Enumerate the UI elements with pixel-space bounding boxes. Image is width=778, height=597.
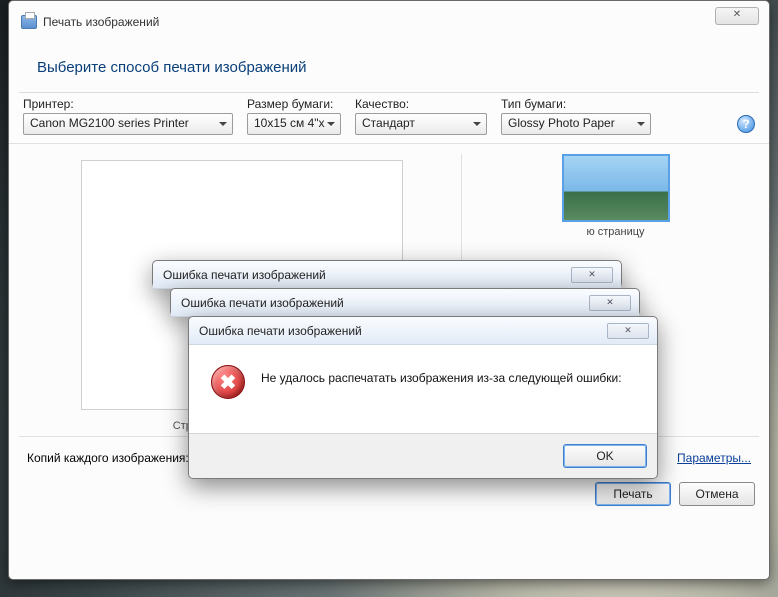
error-dialog: Ошибка печати изображений ✕ ✖ Не удалось… bbox=[188, 316, 658, 479]
paper-type-label: Тип бумаги: bbox=[501, 97, 651, 111]
printer-icon bbox=[21, 15, 37, 29]
layout-thumbnail-label: ю страницу bbox=[586, 226, 644, 238]
paper-size-label: Размер бумаги: bbox=[247, 97, 341, 111]
error-ok-button[interactable]: OK bbox=[563, 444, 647, 468]
window-close-button[interactable]: ✕ bbox=[715, 7, 759, 25]
copies-label: Копий каждого изображения: bbox=[27, 451, 189, 465]
quality-select[interactable]: Стандарт bbox=[355, 113, 487, 135]
parameters-link[interactable]: Параметры... bbox=[677, 451, 751, 465]
error-message: Не удалось распечатать изображения из-за… bbox=[261, 365, 622, 385]
help-icon[interactable]: ? bbox=[737, 115, 755, 133]
window-title-text: Печать изображений bbox=[43, 15, 159, 29]
layout-thumbnail[interactable] bbox=[562, 154, 670, 222]
error-dialog-close-button[interactable]: ✕ bbox=[589, 295, 631, 311]
print-button[interactable]: Печать bbox=[595, 482, 671, 506]
error-dialog-title: Ошибка печати изображений bbox=[163, 268, 326, 282]
error-dialog-title: Ошибка печати изображений bbox=[181, 296, 344, 310]
quality-label: Качество: bbox=[355, 97, 487, 111]
printer-select[interactable]: Canon MG2100 series Printer bbox=[23, 113, 233, 135]
print-options-row: Принтер: Canon MG2100 series Printer Раз… bbox=[9, 93, 769, 144]
error-dialog-close-button[interactable]: ✕ bbox=[607, 323, 649, 339]
error-icon: ✖ bbox=[211, 365, 245, 399]
error-dialog-back-1: Ошибка печати изображений ✕ bbox=[170, 288, 640, 316]
window-title: Печать изображений bbox=[9, 1, 769, 31]
error-dialog-title: Ошибка печати изображений bbox=[199, 324, 362, 338]
paper-size-select[interactable]: 10x15 см 4"x bbox=[247, 113, 341, 135]
paper-type-select[interactable]: Glossy Photo Paper bbox=[501, 113, 651, 135]
instruction-text: Выберите способ печати изображений bbox=[19, 45, 759, 93]
error-dialog-back-2: Ошибка печати изображений ✕ bbox=[152, 260, 622, 288]
printer-label: Принтер: bbox=[23, 97, 233, 111]
cancel-button[interactable]: Отмена bbox=[679, 482, 755, 506]
error-dialog-close-button[interactable]: ✕ bbox=[571, 267, 613, 283]
